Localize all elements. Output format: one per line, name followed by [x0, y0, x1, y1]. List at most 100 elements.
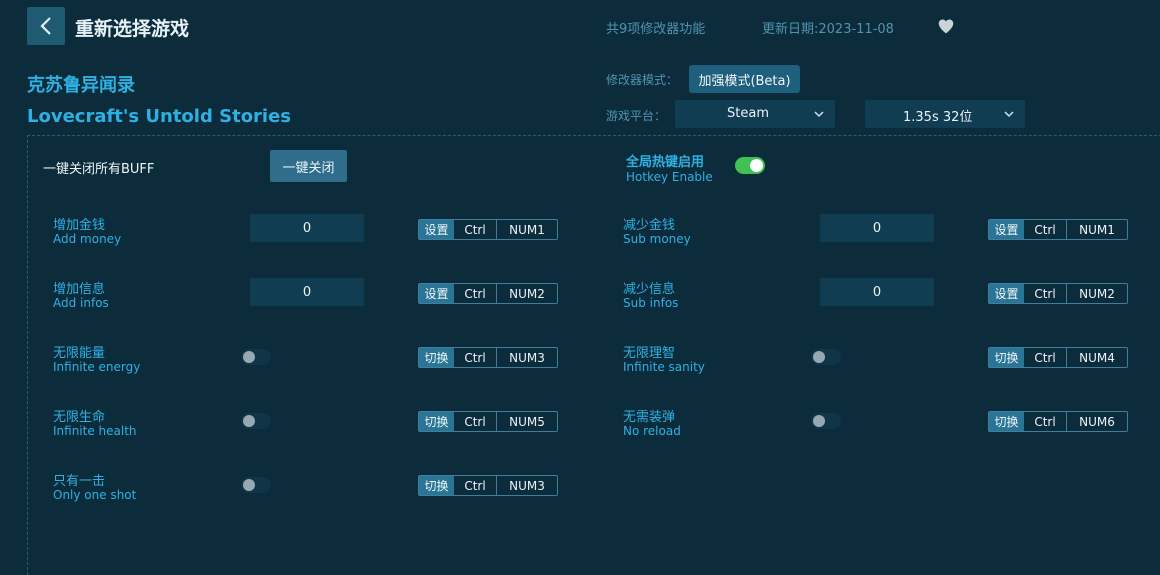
hotkey-combo: 设置 Ctrl NUM2 [418, 283, 558, 304]
hotkey-key-1: Ctrl [454, 348, 497, 367]
hotkey-key-2: NUM1 [1079, 222, 1115, 237]
platform-value: Steam [727, 106, 769, 121]
toggle-button[interactable]: 切换 [989, 348, 1024, 367]
item-label-en: Infinite sanity [623, 360, 705, 374]
cheat-item-sub-infos: 减少信息 Sub infos 设置 Ctrl NUM2 [623, 278, 1160, 328]
sub-money-input[interactable] [820, 214, 934, 242]
platform-label: 游戏平台： [606, 109, 667, 123]
hotkey-toggle[interactable] [735, 157, 765, 174]
hotkey-combo: 切换 Ctrl NUM3 [418, 347, 558, 368]
hotkey-combo: 设置 Ctrl NUM2 [988, 283, 1128, 304]
toggle-button[interactable]: 切换 [419, 476, 454, 495]
game-name-en: Lovecraft's Untold Stories [27, 106, 292, 127]
hotkey-key-1: Ctrl [454, 220, 497, 239]
item-label-cn: 减少金钱 [623, 218, 676, 233]
hotkey-key-2: NUM3 [509, 478, 545, 493]
add-money-input[interactable] [250, 214, 364, 242]
item-label-cn: 增加信息 [53, 282, 106, 297]
cheat-item-one-shot: 只有一击 Only one shot 切换 Ctrl NUM3 [53, 470, 613, 520]
infinite-sanity-toggle[interactable] [811, 349, 841, 365]
cheat-item-sub-money: 减少金钱 Sub money 设置 Ctrl NUM1 [623, 214, 1160, 264]
hotkey-key-1: Ctrl [454, 284, 497, 303]
mode-label: 修改器模式： [606, 73, 679, 87]
item-label-en: Infinite health [53, 424, 137, 438]
hotkey-key-1: Ctrl [1024, 348, 1067, 367]
hotkey-label-cn: 全局热键启用 [626, 155, 705, 170]
hotkey-key-1: Ctrl [454, 476, 497, 495]
hotkey-combo: 切换 Ctrl NUM5 [418, 411, 558, 432]
item-label-cn: 增加金钱 [53, 218, 106, 233]
hotkey-key-1: Ctrl [454, 412, 497, 431]
no-reload-toggle[interactable] [811, 413, 841, 429]
item-label-en: Sub infos [623, 296, 679, 310]
game-name-cn: 克苏鲁异闻录 [27, 75, 135, 96]
item-label-cn: 无需装弹 [623, 410, 676, 425]
set-button[interactable]: 设置 [419, 284, 454, 303]
hotkey-key-1: Ctrl [1024, 220, 1067, 239]
platform-select[interactable]: Steam [675, 100, 835, 128]
feature-count: 共9项修改器功能 [606, 22, 706, 37]
infinite-health-toggle[interactable] [241, 413, 271, 429]
infinite-energy-toggle[interactable] [241, 349, 271, 365]
hotkey-key-2: NUM2 [1079, 286, 1115, 301]
set-button[interactable]: 设置 [989, 220, 1024, 239]
cheat-item-infinite-energy: 无限能量 Infinite energy 切换 Ctrl NUM3 [53, 342, 613, 392]
item-label-cn: 只有一击 [53, 474, 106, 489]
hotkey-combo: 设置 Ctrl NUM1 [418, 219, 558, 240]
set-button[interactable]: 设置 [419, 220, 454, 239]
item-label-cn: 无限生命 [53, 410, 106, 425]
cheat-item-infinite-health: 无限生命 Infinite health 切换 Ctrl NUM5 [53, 406, 613, 456]
item-label-cn: 无限理智 [623, 346, 676, 361]
page-title: 重新选择游戏 [75, 18, 190, 40]
hotkey-key-2: NUM1 [509, 222, 545, 237]
toggle-knob [750, 159, 763, 172]
toggle-button[interactable]: 切换 [419, 412, 454, 431]
toggle-knob [243, 415, 255, 427]
item-label-en: Add infos [53, 296, 109, 310]
set-button[interactable]: 设置 [989, 284, 1024, 303]
item-label-cn: 无限能量 [53, 346, 106, 361]
version-value: 1.35s 32位 [903, 110, 973, 125]
item-label-cn: 减少信息 [623, 282, 676, 297]
cheat-item-add-money: 增加金钱 Add money 设置 Ctrl NUM1 [53, 214, 613, 264]
chevron-down-icon [814, 111, 824, 118]
hotkey-combo: 设置 Ctrl NUM1 [988, 219, 1128, 240]
toggle-knob [243, 351, 255, 363]
cheat-item-infinite-sanity: 无限理智 Infinite sanity 切换 Ctrl NUM4 [623, 342, 1160, 392]
version-select[interactable]: 1.35s 32位 [865, 100, 1025, 128]
item-label-en: Sub money [623, 232, 691, 246]
hotkey-key-2: NUM4 [1079, 350, 1115, 365]
hotkey-key-2: NUM6 [1079, 414, 1115, 429]
cheat-item-no-reload: 无需装弹 No reload 切换 Ctrl NUM6 [623, 406, 1160, 456]
hotkey-key-1: Ctrl [1024, 412, 1067, 431]
hotkey-label-en: Hotkey Enable [626, 170, 713, 184]
toggle-knob [813, 415, 825, 427]
close-all-label: 一键关闭所有BUFF [43, 162, 155, 177]
hotkey-key-1: Ctrl [1024, 284, 1067, 303]
toggle-knob [243, 479, 255, 491]
heart-icon[interactable] [937, 18, 955, 34]
hotkey-key-2: NUM2 [509, 286, 545, 301]
hotkey-combo: 切换 Ctrl NUM3 [418, 475, 558, 496]
item-label-en: Only one shot [53, 488, 137, 502]
chevron-left-icon [40, 17, 51, 35]
cheat-item-add-infos: 增加信息 Add infos 设置 Ctrl NUM2 [53, 278, 613, 328]
close-all-button[interactable]: 一键关闭 [270, 150, 347, 182]
add-infos-input[interactable] [250, 278, 364, 306]
sub-infos-input[interactable] [820, 278, 934, 306]
mode-button[interactable]: 加强模式(Beta) [689, 65, 800, 93]
hotkey-combo: 切换 Ctrl NUM6 [988, 411, 1128, 432]
toggle-knob [813, 351, 825, 363]
item-label-en: Infinite energy [53, 360, 141, 374]
update-date: 更新日期:2023-11-08 [762, 22, 894, 37]
toggle-button[interactable]: 切换 [419, 348, 454, 367]
back-button[interactable] [27, 7, 65, 45]
chevron-down-icon [1004, 111, 1014, 118]
one-shot-toggle[interactable] [241, 477, 271, 493]
toggle-button[interactable]: 切换 [989, 412, 1024, 431]
hotkey-key-2: NUM3 [509, 350, 545, 365]
hotkey-combo: 切换 Ctrl NUM4 [988, 347, 1128, 368]
item-label-en: Add money [53, 232, 122, 246]
hotkey-key-2: NUM5 [509, 414, 545, 429]
item-label-en: No reload [623, 424, 681, 438]
